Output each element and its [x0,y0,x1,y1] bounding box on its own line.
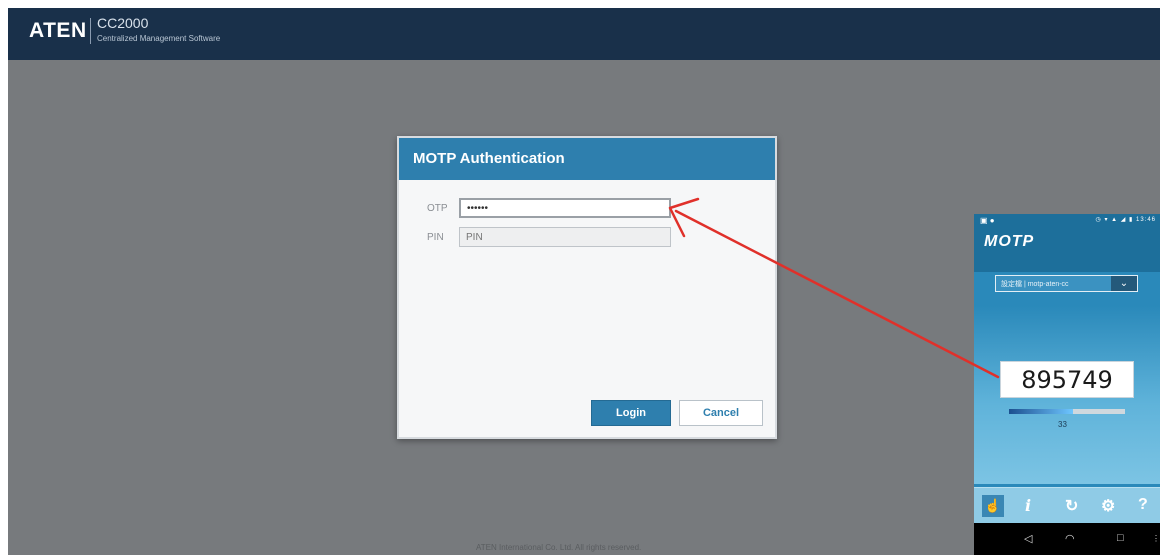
countdown-bar [1009,409,1125,414]
mobile-phone-screenshot: ▣ ● ◷ ▾ ▲ ◢ ▮ 13:46 MOTP 設定檔 | motp-aten… [974,214,1160,555]
settings-icon[interactable]: ⚙ [1101,496,1115,516]
login-button[interactable]: Login [591,400,671,426]
pin-input[interactable] [459,227,671,247]
phone-status-bar: ▣ ● ◷ ▾ ▲ ◢ ▮ 13:46 [974,214,1160,228]
chevron-down-icon[interactable]: ⌄ [1111,276,1137,291]
profile-selector[interactable]: 設定檔 | motp-aten-cc ⌄ [995,275,1138,292]
countdown-bar-fill [1009,409,1073,414]
help-icon[interactable]: ? [1138,496,1148,514]
more-icon[interactable]: ⋮ [1152,534,1160,543]
copyright-footer: ATEN International Co. Ltd. All rights r… [476,543,642,552]
back-icon[interactable]: ◁ [1024,532,1032,545]
brand-divider [90,18,91,44]
aten-logo: ATEN [29,19,87,42]
home-icon[interactable]: ◠ [1065,532,1075,545]
app-header: ATEN CC2000 Centralized Management Softw… [8,8,1160,60]
countdown-seconds: 33 [1058,420,1067,429]
product-subtitle: Centralized Management Software [97,34,221,43]
screenshot-stage: ATEN CC2000 Centralized Management Softw… [0,0,1160,555]
motp-app-logo: MOTP [984,233,1035,250]
status-icons-right: ◷ ▾ ▲ ◢ ▮ 13:46 [1095,217,1156,223]
phone-nav-bar: ◁ ◠ □ ⋮ [974,523,1160,555]
cancel-button[interactable]: Cancel [679,400,763,426]
dialog-title-bar: MOTP Authentication [399,138,775,180]
recent-apps-icon[interactable]: □ [1117,532,1124,544]
status-icons-left: ▣ ● [980,216,995,225]
otp-input[interactable] [459,198,671,218]
motp-dialog: MOTP Authentication OTP PIN Login Cancel [397,136,777,439]
dialog-title: MOTP Authentication [413,150,565,167]
otp-label: OTP [427,203,448,214]
phone-toolbar: ☝ i ↻ ⚙ ? [974,487,1160,523]
phone-app-bar: MOTP [974,228,1160,272]
product-name: CC2000 [97,15,149,31]
pin-label: PIN [427,232,444,243]
otp-code-display: 895749 [1000,361,1134,398]
info-icon[interactable]: i [1025,496,1031,515]
refresh-icon[interactable]: ↻ [1065,496,1078,516]
touch-icon[interactable]: ☝ [982,495,1004,517]
profile-name: 設定檔 | motp-aten-cc [1001,281,1069,288]
